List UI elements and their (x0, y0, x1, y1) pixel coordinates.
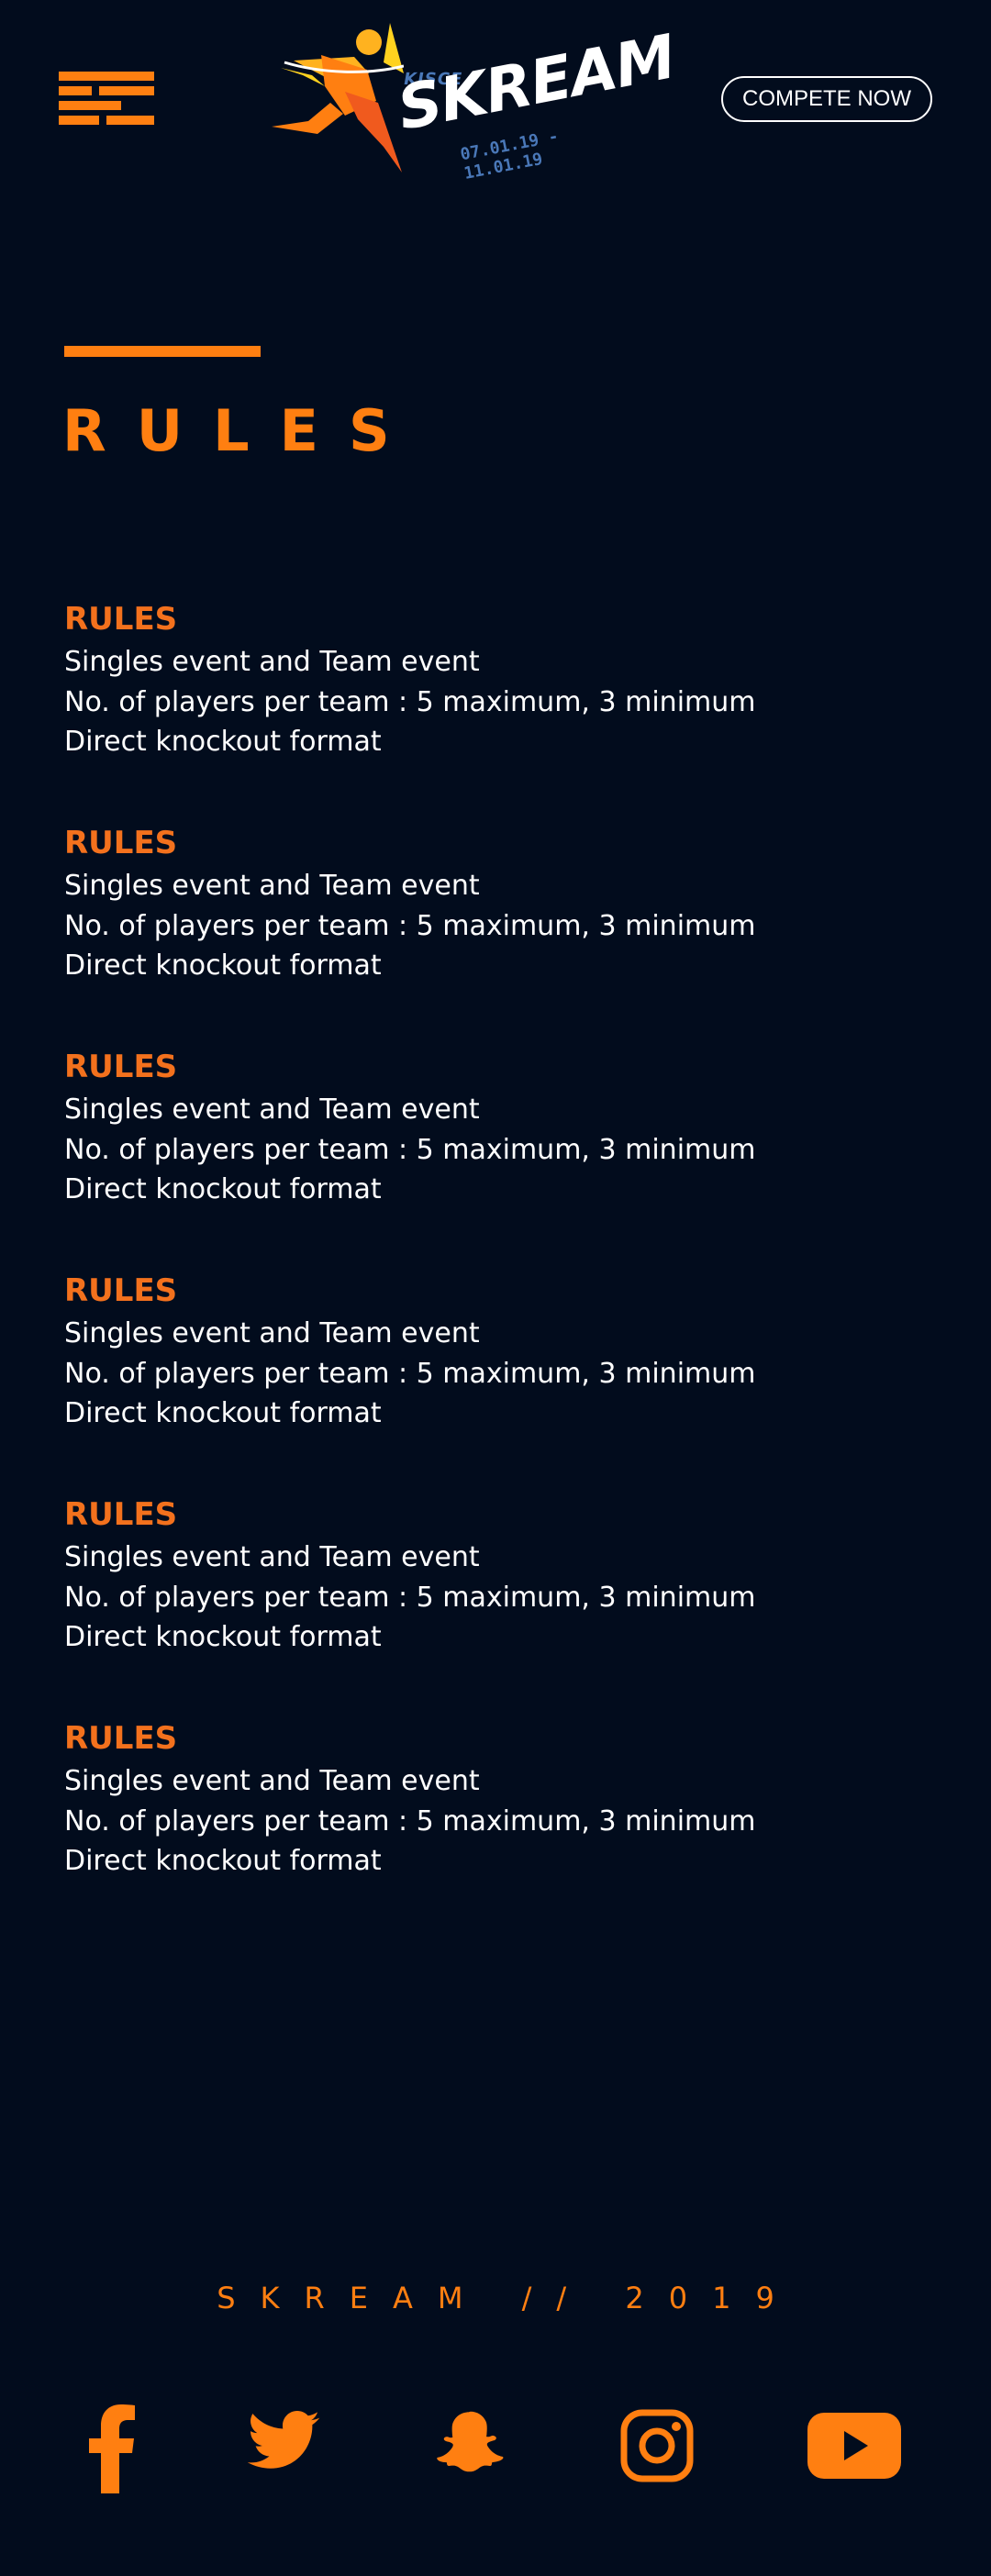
rule-heading: RULES (64, 1272, 178, 1309)
page-title: RULES (62, 397, 420, 464)
youtube-icon[interactable] (807, 2413, 901, 2504)
rule-line: Direct knockout format (64, 1397, 382, 1429)
snapchat-icon[interactable] (435, 2407, 505, 2499)
rule-line: Direct knockout format (64, 949, 382, 982)
skream-logo[interactable]: KJSCE SKREAM 07.01.19 - 11.01.19 (266, 18, 681, 183)
rule-line: Singles event and Team event (64, 646, 480, 678)
rules-list: RULES Singles event and Team event No. o… (64, 596, 927, 1939)
rule-line: No. of players per team : 5 maximum, 3 m… (64, 685, 756, 718)
instagram-icon[interactable] (620, 2409, 694, 2501)
rule-line: No. of players per team : 5 maximum, 3 m… (64, 1804, 756, 1838)
title-accent-bar (64, 346, 261, 357)
rule-heading: RULES (64, 825, 178, 861)
twitter-icon[interactable] (248, 2411, 321, 2503)
rule-line: No. of players per team : 5 maximum, 3 m… (64, 1581, 756, 1614)
rule-heading: RULES (64, 1496, 178, 1533)
rule-block: RULES Singles event and Team event No. o… (64, 820, 927, 1044)
rule-heading: RULES (64, 1720, 178, 1757)
rule-heading: RULES (64, 1049, 178, 1085)
rule-line: No. of players per team : 5 maximum, 3 m… (64, 1133, 756, 1166)
rule-line: No. of players per team : 5 maximum, 3 m… (64, 909, 756, 942)
rule-line: Singles event and Team event (64, 870, 480, 902)
facebook-icon[interactable] (88, 2402, 136, 2493)
rule-line: Singles event and Team event (64, 1094, 480, 1126)
site-header: KJSCE SKREAM 07.01.19 - 11.01.19 COMPETE… (0, 0, 991, 202)
runner-mascot-icon (272, 23, 404, 172)
rule-line: Direct knockout format (64, 1621, 382, 1653)
rule-block: RULES Singles event and Team event No. o… (64, 1268, 927, 1492)
rule-line: Singles event and Team event (64, 1765, 480, 1797)
rule-line: Direct knockout format (64, 1845, 382, 1877)
rule-block: RULES Singles event and Team event No. o… (64, 1492, 927, 1715)
logo-wordmark: SKREAM (392, 21, 681, 144)
rule-block: RULES Singles event and Team event No. o… (64, 1715, 927, 1939)
footer-brand: SKREAM // 2019 (217, 2281, 799, 2315)
rule-line: No. of players per team : 5 maximum, 3 m… (64, 1357, 756, 1390)
rule-heading: RULES (64, 601, 178, 638)
rule-block: RULES Singles event and Team event No. o… (64, 1044, 927, 1268)
rule-block: RULES Singles event and Team event No. o… (64, 596, 927, 820)
compete-now-button[interactable]: COMPETE NOW (721, 76, 932, 122)
rule-line: Singles event and Team event (64, 1541, 480, 1573)
rule-line: Direct knockout format (64, 1173, 382, 1205)
rule-line: Singles event and Team event (64, 1317, 480, 1349)
rule-line: Direct knockout format (64, 726, 382, 758)
hamburger-menu-icon[interactable] (59, 72, 154, 125)
